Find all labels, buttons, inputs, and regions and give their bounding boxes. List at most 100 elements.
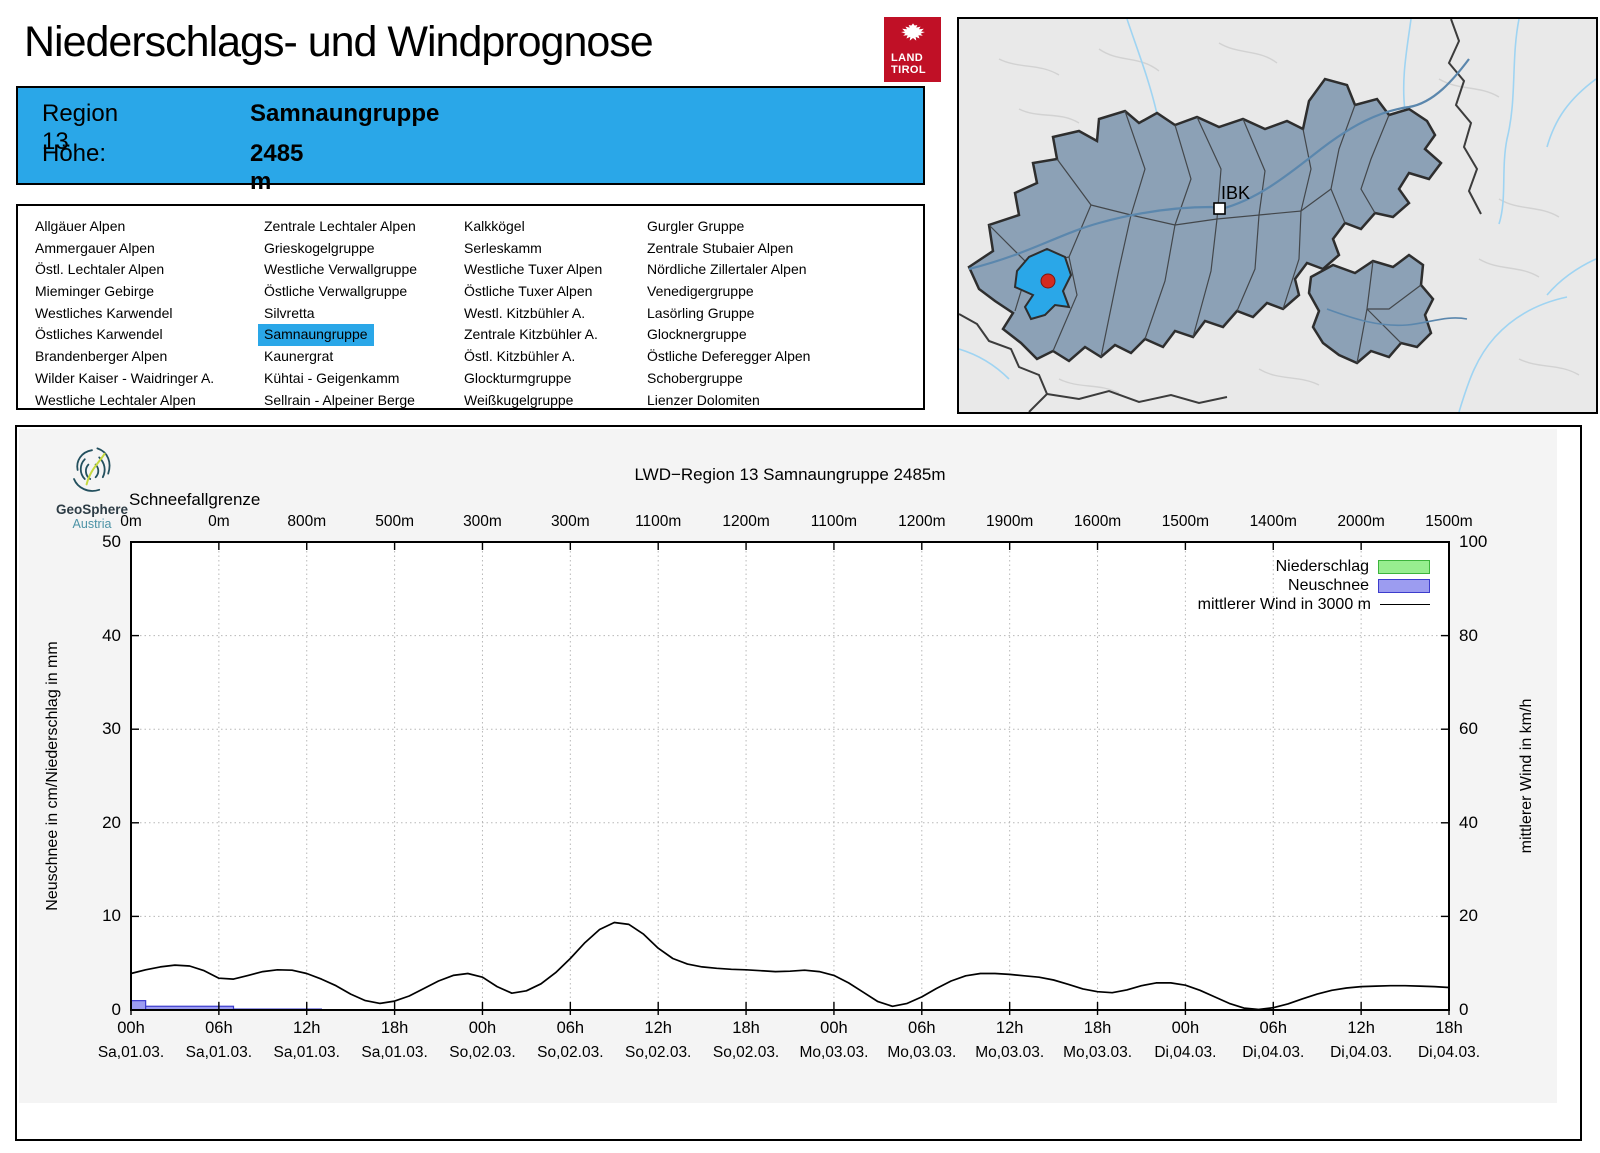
region-list-item[interactable]: Grieskogelgruppe bbox=[264, 238, 417, 260]
region-list-item-label[interactable]: Weißkugelgruppe bbox=[464, 392, 573, 408]
region-list-item[interactable]: Westliches Karwendel bbox=[35, 303, 214, 325]
y-left-tick-label: 20 bbox=[102, 812, 121, 832]
region-list-item-label[interactable]: Glockturmgruppe bbox=[464, 370, 571, 386]
snowline-value: 2000m bbox=[1337, 513, 1385, 530]
region-header-box: Region 13 Samnaungruppe Höhe: 2485 m bbox=[16, 86, 925, 195]
region-list-item[interactable]: Samnaungruppe bbox=[258, 324, 417, 347]
tirol-region-map[interactable]: IBK bbox=[957, 17, 1598, 414]
region-list-item[interactable]: Östliches Karwendel bbox=[35, 324, 214, 346]
region-list-item-label[interactable]: Schobergruppe bbox=[647, 370, 743, 386]
region-list-item-label[interactable]: Venedigergruppe bbox=[647, 283, 754, 299]
region-list-item[interactable]: Glockturmgruppe bbox=[464, 368, 602, 390]
region-list-item[interactable]: Sellrain - Alpeiner Berge bbox=[264, 390, 417, 412]
region-list-item[interactable]: Zentrale Stubaier Alpen bbox=[647, 238, 810, 260]
region-list-item[interactable]: Westliche Tuxer Alpen bbox=[464, 259, 602, 281]
region-list-item-label[interactable]: Westliche Tuxer Alpen bbox=[464, 261, 602, 277]
region-list-item-label[interactable]: Ammergauer Alpen bbox=[35, 240, 155, 256]
region-list-item-label[interactable]: Grieskogelgruppe bbox=[264, 240, 375, 256]
region-list-item[interactable]: Weißkugelgruppe bbox=[464, 390, 602, 412]
region-list-item[interactable]: Westliche Lechtaler Alpen bbox=[35, 390, 214, 412]
region-list-column: Gurgler Gruppe Zentrale Stubaier Alpen Nör… bbox=[647, 216, 810, 411]
altitude-value: 2485 m bbox=[250, 140, 304, 195]
x-tick-time-label: 06h bbox=[556, 1019, 585, 1037]
region-list-item[interactable]: Zentrale Kitzbühler A. bbox=[464, 324, 602, 346]
x-tick-time-label: 18h bbox=[732, 1019, 760, 1037]
x-tick-date-label: Di,04.03. bbox=[1330, 1044, 1393, 1061]
region-list-item[interactable]: Lienzer Dolomiten bbox=[647, 390, 810, 412]
region-list-item-label[interactable]: Lienzer Dolomiten bbox=[647, 392, 760, 408]
region-list-item[interactable]: Westl. Kitzbühler A. bbox=[464, 303, 602, 325]
land-tirol-logo: LAND TIROL bbox=[884, 17, 941, 82]
x-tick-date-label: So,02.03. bbox=[712, 1044, 780, 1061]
region-list-item-label[interactable]: Östliche Tuxer Alpen bbox=[464, 283, 592, 299]
region-list-item[interactable]: Westliche Verwallgruppe bbox=[264, 259, 417, 281]
region-list-item-label[interactable]: Östl. Lechtaler Alpen bbox=[35, 261, 164, 277]
region-list-item-selected[interactable]: Samnaungruppe bbox=[258, 324, 374, 347]
region-list-item[interactable]: Serleskamm bbox=[464, 238, 602, 260]
region-list-item-label[interactable]: Kalkkögel bbox=[464, 218, 525, 234]
x-tick-date-label: So,02.03. bbox=[537, 1044, 604, 1061]
legend-swatch-box bbox=[1378, 559, 1430, 574]
region-list-item-label[interactable]: Serleskamm bbox=[464, 240, 542, 256]
region-list-item-label[interactable]: Kühtai - Geigenkamm bbox=[264, 370, 399, 386]
region-list-item[interactable]: Mieminger Gebirge bbox=[35, 281, 214, 303]
region-list-item-label[interactable]: Gurgler Gruppe bbox=[647, 218, 744, 234]
region-name-value: Samnaungruppe bbox=[250, 100, 440, 127]
region-list-item-label[interactable]: Glocknergruppe bbox=[647, 326, 747, 342]
region-list-item-label[interactable]: Östliches Karwendel bbox=[35, 326, 163, 342]
y-left-tick-label: 30 bbox=[102, 719, 121, 739]
x-tick-time-label: 18h bbox=[380, 1019, 409, 1037]
region-list-item[interactable]: Nördliche Zillertaler Alpen bbox=[647, 259, 810, 281]
snowline-value: 1100m bbox=[635, 513, 682, 530]
region-list-item[interactable]: Kaunergrat bbox=[264, 346, 417, 368]
region-list-item-label[interactable]: Östliche Deferegger Alpen bbox=[647, 348, 810, 364]
region-list-item-label[interactable]: Kaunergrat bbox=[264, 348, 333, 364]
y-right-tick-label: 80 bbox=[1459, 625, 1478, 645]
region-list-item[interactable]: Gurgler Gruppe bbox=[647, 216, 810, 238]
snowline-value: 1200m bbox=[898, 513, 946, 530]
legend-entry: mittlerer Wind in 3000 m bbox=[1198, 595, 1430, 614]
region-list-item[interactable]: Wilder Kaiser - Waidringer A. bbox=[35, 368, 214, 390]
region-list-item-label[interactable]: Westl. Kitzbühler A. bbox=[464, 305, 585, 321]
region-list-item-label[interactable]: Östl. Kitzbühler A. bbox=[464, 348, 575, 364]
region-list-item[interactable]: Östl. Kitzbühler A. bbox=[464, 346, 602, 368]
y-right-tick-label: 0 bbox=[1459, 1000, 1469, 1019]
region-list-item[interactable]: Schobergruppe bbox=[647, 368, 810, 390]
region-list-item[interactable]: Silvretta bbox=[264, 303, 417, 325]
region-list-item-label[interactable]: Westliche Lechtaler Alpen bbox=[35, 392, 196, 408]
region-list-item[interactable]: Kalkkögel bbox=[464, 216, 602, 238]
region-list-item-label[interactable]: Allgäuer Alpen bbox=[35, 218, 125, 234]
region-list-item[interactable]: Glocknergruppe bbox=[647, 324, 810, 346]
region-list-item[interactable]: Brandenberger Alpen bbox=[35, 346, 214, 368]
region-list-item[interactable]: Ammergauer Alpen bbox=[35, 238, 214, 260]
region-list-item[interactable]: Venedigergruppe bbox=[647, 281, 810, 303]
region-list-item[interactable]: Lasörling Gruppe bbox=[647, 303, 810, 325]
region-list-item-label[interactable]: Sellrain - Alpeiner Berge bbox=[264, 392, 415, 408]
region-list-item[interactable]: Östliche Tuxer Alpen bbox=[464, 281, 602, 303]
x-tick-time-label: 06h bbox=[1259, 1019, 1288, 1037]
x-tick-time-label: 12h bbox=[644, 1019, 672, 1037]
region-list-item-label[interactable]: Nördliche Zillertaler Alpen bbox=[647, 261, 807, 277]
region-list-item[interactable]: Östliche Verwallgruppe bbox=[264, 281, 417, 303]
region-list-column: Allgäuer Alpen Ammergauer Alpen Östl. Lech… bbox=[35, 216, 214, 411]
region-list-item-label[interactable]: Lasörling Gruppe bbox=[647, 305, 754, 321]
region-list-item-label[interactable]: Zentrale Stubaier Alpen bbox=[647, 240, 793, 256]
region-list-item[interactable]: Östl. Lechtaler Alpen bbox=[35, 259, 214, 281]
region-list-item[interactable]: Zentrale Lechtaler Alpen bbox=[264, 216, 417, 238]
snowline-value: 1500m bbox=[1161, 513, 1210, 530]
region-list-item-label[interactable]: Östliche Verwallgruppe bbox=[264, 283, 407, 299]
region-list-item-label[interactable]: Mieminger Gebirge bbox=[35, 283, 154, 299]
legend-swatch-line bbox=[1380, 604, 1430, 605]
snowline-value: 300m bbox=[550, 513, 590, 530]
region-list-item-label[interactable]: Westliche Verwallgruppe bbox=[264, 261, 417, 277]
region-list-item-label[interactable]: Silvretta bbox=[264, 305, 315, 321]
region-list-item-label[interactable]: Brandenberger Alpen bbox=[35, 348, 167, 364]
region-list-item[interactable]: Allgäuer Alpen bbox=[35, 216, 214, 238]
region-list-item[interactable]: Östliche Deferegger Alpen bbox=[647, 346, 810, 368]
region-list-item-label[interactable]: Westliches Karwendel bbox=[35, 305, 172, 321]
y-left-tick-label: 0 bbox=[111, 1000, 121, 1019]
region-list-item-label[interactable]: Zentrale Kitzbühler A. bbox=[464, 326, 598, 342]
region-list-item[interactable]: Kühtai - Geigenkamm bbox=[264, 368, 417, 390]
region-list-item-label[interactable]: Zentrale Lechtaler Alpen bbox=[264, 218, 416, 234]
region-list-item-label[interactable]: Wilder Kaiser - Waidringer A. bbox=[35, 370, 214, 386]
